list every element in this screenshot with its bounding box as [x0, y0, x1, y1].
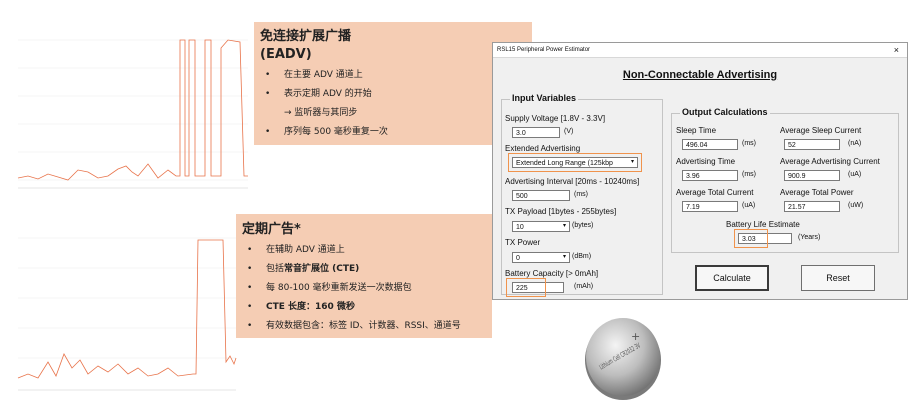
window-titlebar: RSL15 Peripheral Power Estimator ×: [493, 43, 907, 58]
trace-top: [17, 39, 248, 181]
tx-payload-select[interactable]: 10 ▾: [512, 221, 570, 232]
battery-life-label: Battery Life Estimate: [726, 220, 800, 229]
mode-heading: Non-Connectable Advertising: [622, 69, 778, 81]
current-trace-top-svg: [17, 39, 248, 189]
avg-sleep-current-value: 52: [784, 139, 840, 150]
input-variables-group: Input Variables Supply Voltage [1.8V - 3…: [501, 93, 663, 297]
highlight-battery-capacity: [506, 278, 546, 297]
avg-total-power-label: Average Total Power: [780, 188, 854, 197]
coin-cell-battery: + Lithium Cell CR2032 3V: [583, 314, 663, 402]
periodic-bullet-1: • 在辅助 ADV 通道上: [247, 245, 345, 255]
tx-payload-label: TX Payload [1bytes - 255bytes]: [505, 207, 617, 216]
avg-total-current-label: Average Total Current: [676, 188, 754, 197]
output-calculations-group: Output Calculations Sleep Time 496.04 (m…: [671, 107, 899, 253]
advertising-time-label: Advertising Time: [676, 157, 736, 166]
current-trace-bottom-svg: [17, 237, 237, 391]
input-variables-legend: Input Variables: [510, 93, 579, 103]
highlight-extended-advertising: [508, 153, 642, 172]
avg-advertising-current-value: 900.9: [784, 170, 840, 181]
avg-total-power-value: 21.57: [784, 201, 840, 212]
avg-advertising-current-unit: (uA): [848, 171, 862, 178]
battery-capacity-unit: (mAh): [574, 283, 594, 290]
tx-power-unit: (dBm): [572, 253, 592, 260]
periodic-bullet-3: • 每 80-100 毫秒重新发送一次数据包: [247, 283, 412, 293]
current-trace-top: [8, 30, 256, 205]
avg-advertising-current-label: Average Advertising Current: [780, 157, 880, 166]
advertising-interval-input[interactable]: 500: [512, 190, 570, 201]
chevron-down-icon[interactable]: ▾: [560, 222, 569, 231]
battery-capacity-label: Battery Capacity [> 0mAh]: [505, 269, 599, 278]
sleep-time-value: 496.04: [682, 139, 738, 150]
battery-life-unit: (Years): [798, 234, 821, 241]
advertising-time-value: 3.96: [682, 170, 738, 181]
window-title: RSL15 Peripheral Power Estimator: [497, 47, 591, 53]
periodic-bullet-2: • 包括常音扩展位 (CTE): [247, 264, 360, 274]
calculate-button[interactable]: Calculate: [695, 265, 769, 291]
avg-total-current-unit: (uA): [742, 202, 756, 209]
tx-payload-unit: (bytes): [572, 222, 594, 229]
periodic-bullet-4: • CTE 长度：160 微秒: [247, 302, 355, 312]
current-trace-bottom: [8, 228, 240, 406]
periodic-ad-title: 定期广告*: [242, 222, 301, 237]
output-calculations-legend: Output Calculations: [680, 107, 770, 117]
sleep-time-label: Sleep Time: [676, 126, 717, 135]
supply-voltage-label: Supply Voltage [1.8V - 3.3V]: [505, 114, 606, 123]
periodic-bullet-5: • 有效数据包含：标签 ID、计数器、RSSI、通道号: [247, 321, 461, 331]
svg-text:+: +: [631, 330, 640, 343]
advertising-time-unit: (ms): [742, 171, 756, 178]
battery-image: + Lithium Cell CR2032 3V: [585, 318, 661, 400]
avg-total-current-value: 7.19: [682, 201, 738, 212]
supply-voltage-input[interactable]: 3.0: [512, 127, 560, 138]
avg-total-power-unit: (uW): [848, 202, 864, 209]
chevron-down-icon[interactable]: ▾: [560, 253, 569, 262]
tx-power-value: 0: [516, 255, 520, 262]
tx-payload-value: 10: [516, 224, 524, 231]
avg-sleep-current-label: Average Sleep Current: [780, 126, 862, 135]
tx-power-label: TX Power: [505, 238, 541, 247]
power-estimator-window: RSL15 Peripheral Power Estimator × Non-C…: [492, 42, 908, 300]
reset-button[interactable]: Reset: [801, 265, 875, 291]
advertising-interval-label: Advertising Interval [20ms - 10240ms]: [505, 177, 640, 186]
supply-voltage-unit: (V): [564, 128, 574, 135]
sleep-time-unit: (ms): [742, 140, 756, 147]
tx-power-select[interactable]: 0 ▾: [512, 252, 570, 263]
eadv-callout: 免连接扩展广播 (EADV) • 在主要 ADV 通道上 • 表示定期 ADV 的开…: [254, 22, 532, 145]
highlight-battery-life: [734, 229, 768, 248]
periodic-ad-callout: 定期广告* • 在辅助 ADV 通道上 • 包括常音扩展位 (CTE) • 每 80-…: [236, 214, 492, 338]
close-icon[interactable]: ×: [894, 43, 899, 57]
advertising-interval-unit: (ms): [574, 191, 588, 198]
trace-bottom: [17, 239, 237, 379]
avg-sleep-current-unit: (nA): [848, 140, 862, 147]
extended-advertising-label: Extended Advertising: [505, 144, 581, 153]
